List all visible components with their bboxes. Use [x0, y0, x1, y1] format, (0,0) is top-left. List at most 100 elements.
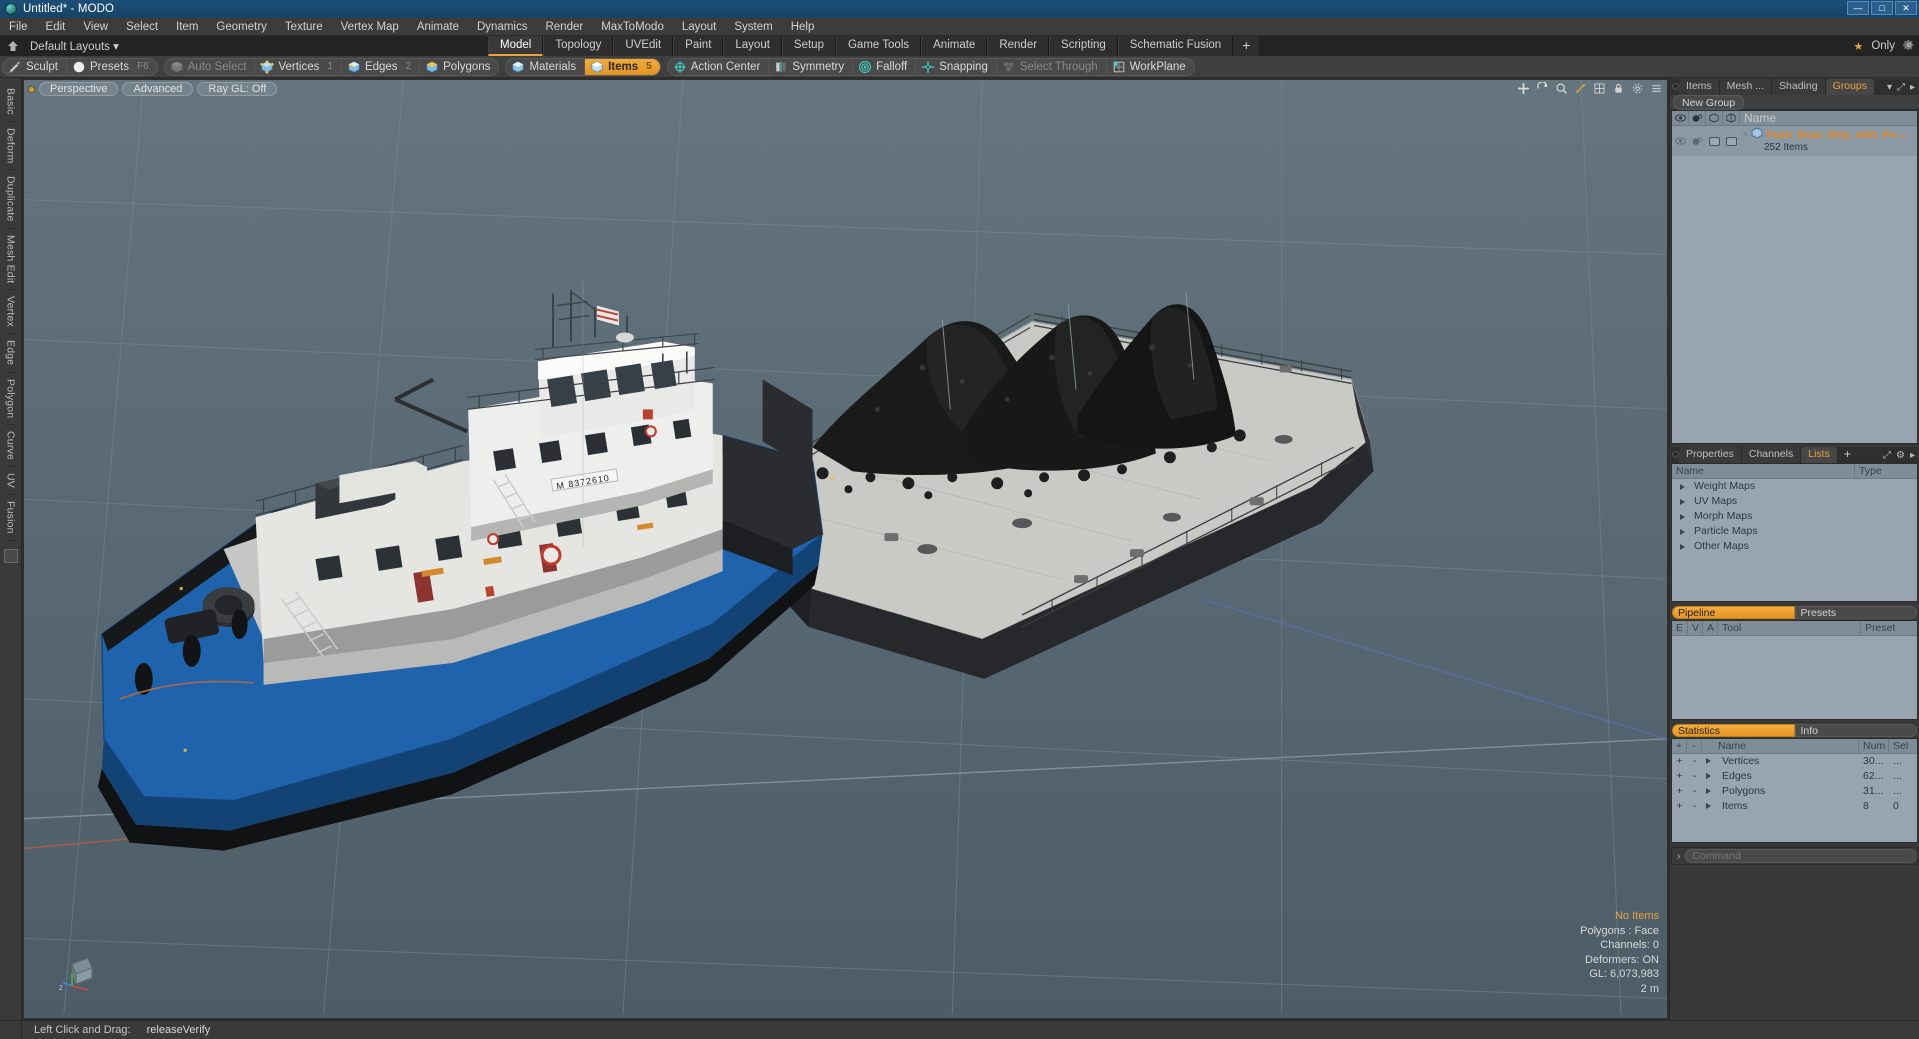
left-tab-uv[interactable]: UV [5, 467, 17, 495]
menu-item-view[interactable]: View [74, 18, 117, 36]
expand-triangle-icon[interactable] [1680, 544, 1685, 550]
table-row[interactable]: +-Items80 [1672, 799, 1917, 814]
gear-icon[interactable]: ⚙ [1896, 450, 1905, 461]
toolbar-action-center-button[interactable]: Action Center [668, 58, 770, 76]
expand-triangle-icon[interactable] [1702, 799, 1718, 814]
toolbar-materials-button[interactable]: Materials [506, 58, 585, 76]
stats-remove-button[interactable]: - [1687, 799, 1702, 814]
move-icon[interactable] [1517, 82, 1530, 95]
menu-item-animate[interactable]: Animate [408, 18, 468, 36]
wireframe-icon[interactable] [1706, 111, 1723, 126]
toolbar-symmetry-button[interactable]: Symmetry [769, 58, 853, 76]
table-row[interactable]: +-Vertices30...... [1672, 754, 1917, 769]
menu-item-render[interactable]: Render [536, 18, 592, 36]
table-row[interactable]: +-Polygons31...... [1672, 784, 1917, 799]
stats-remove-button[interactable]: - [1687, 784, 1702, 799]
group-row-content[interactable]: + Push_Boat_Ship_with_Po ... 252 Items [1740, 126, 1917, 155]
list-item[interactable]: Particle Maps [1672, 524, 1917, 539]
layout-tab-schematic-fusion[interactable]: Schematic Fusion [1118, 36, 1233, 56]
expand-plus-icon[interactable]: + [1742, 129, 1748, 141]
menu-item-help[interactable]: Help [782, 18, 824, 36]
only-label[interactable]: Only [1871, 40, 1895, 52]
toolbar-auto-select-button[interactable]: Auto Select [165, 58, 256, 76]
viewport-shading-dropdown[interactable]: Advanced [122, 82, 193, 96]
toolbar-items-button[interactable]: Items5 [585, 58, 660, 76]
pane-tab-groups[interactable]: Groups [1826, 79, 1875, 95]
layout-tab-layout[interactable]: Layout [723, 36, 782, 56]
stats-add-button[interactable]: + [1672, 769, 1687, 784]
menu-item-edit[interactable]: Edit [37, 18, 75, 36]
menu-icon[interactable] [1650, 82, 1663, 95]
left-tab-duplicate[interactable]: Duplicate [5, 170, 17, 229]
toolbar-polygons-button[interactable]: Polygons [420, 58, 498, 76]
segment-pipeline[interactable]: Pipeline [1672, 606, 1795, 619]
menu-item-select[interactable]: Select [117, 18, 167, 36]
pane-menu-dot-icon[interactable] [1672, 451, 1679, 458]
pane-tab-mesh[interactable]: Mesh ... [1720, 79, 1772, 95]
segment-statistics[interactable]: Statistics [1672, 724, 1795, 737]
menu-item-file[interactable]: File [0, 18, 37, 36]
pipeline-table-body[interactable] [1672, 636, 1917, 719]
left-tab-deform[interactable]: Deform [5, 122, 17, 171]
left-tab-mesh-edit[interactable]: Mesh Edit [5, 229, 17, 291]
settings-icon[interactable] [1631, 82, 1644, 95]
star-icon[interactable]: ★ [1853, 40, 1863, 53]
table-row[interactable]: + Push_Boat_Ship_with_Po ... 252 Items [1672, 126, 1917, 156]
chevron-down-icon[interactable]: ▾ [1887, 82, 1892, 93]
layout-tab-render[interactable]: Render [987, 36, 1049, 56]
gear-icon[interactable] [1903, 39, 1915, 54]
pane-menu-dot-icon[interactable] [1672, 83, 1679, 90]
maximize-button[interactable]: □ [1871, 1, 1893, 15]
3d-viewport[interactable]: M 8372610 [24, 80, 1667, 1018]
default-layouts-dropdown[interactable]: Default Layouts ▾ [30, 39, 119, 53]
pane-tab-channels[interactable]: Channels [1742, 447, 1801, 463]
new-group-button[interactable]: New Group [1673, 95, 1744, 110]
layout-tab-paint[interactable]: Paint [673, 36, 723, 56]
layout-tab-topology[interactable]: Topology [543, 36, 613, 56]
layout-tab-setup[interactable]: Setup [782, 36, 836, 56]
axis-gizmo[interactable]: Z [58, 946, 104, 992]
menu-item-maxtomodo[interactable]: MaxToModo [592, 18, 673, 36]
layout-tab-animate[interactable]: Animate [921, 36, 987, 56]
viewport-raygl-dropdown[interactable]: Ray GL: Off [197, 82, 277, 96]
fit-icon[interactable] [1574, 82, 1587, 95]
toolbar-select-through-button[interactable]: Select Through [997, 58, 1107, 76]
toolbar-edges-button[interactable]: Edges2 [342, 58, 420, 76]
menu-item-texture[interactable]: Texture [276, 18, 332, 36]
toolbar-workplane-button[interactable]: WorkPlane [1107, 58, 1194, 76]
left-tab-edge[interactable]: Edge [5, 334, 17, 372]
stats-add-button[interactable]: + [1672, 754, 1687, 769]
stats-add-button[interactable]: + [1672, 784, 1687, 799]
row-render-toggle[interactable] [1689, 126, 1706, 156]
shaded-icon[interactable] [1723, 111, 1740, 126]
toolbar-falloff-button[interactable]: Falloff [853, 58, 916, 76]
layout-tab-scripting[interactable]: Scripting [1049, 36, 1118, 56]
toolbar-vertices-button[interactable]: Vertices1 [255, 58, 341, 76]
layout-tab-model[interactable]: Model [488, 36, 543, 56]
expand-triangle-icon[interactable] [1702, 769, 1718, 784]
menu-item-vertex-map[interactable]: Vertex Map [332, 18, 408, 36]
row-eye-toggle[interactable] [1672, 126, 1689, 156]
toolbar-sculpt-button[interactable]: Sculpt [3, 58, 67, 76]
menu-item-dynamics[interactable]: Dynamics [468, 18, 536, 36]
eye-icon[interactable] [1672, 111, 1689, 126]
stats-remove-button[interactable]: - [1687, 754, 1702, 769]
stats-remove-button[interactable]: - [1687, 769, 1702, 784]
viewport-projection-dropdown[interactable]: Perspective [39, 82, 118, 96]
add-tab-button[interactable]: + [1838, 447, 1857, 463]
command-input[interactable] [1685, 849, 1917, 863]
menu-item-layout[interactable]: Layout [673, 18, 726, 36]
row-wire-checkbox[interactable] [1706, 126, 1723, 156]
left-tab-vertex[interactable]: Vertex [5, 290, 17, 334]
menu-item-system[interactable]: System [725, 18, 781, 36]
left-tab-polygon[interactable]: Polygon [5, 373, 17, 425]
stats-add-button[interactable]: + [1672, 799, 1687, 814]
pane-tab-properties[interactable]: Properties [1679, 447, 1742, 463]
menu-item-geometry[interactable]: Geometry [207, 18, 276, 36]
table-row[interactable]: +-Edges62...... [1672, 769, 1917, 784]
left-tab-fusion[interactable]: Fusion [5, 495, 17, 541]
more-icon[interactable]: ▸ [1910, 82, 1915, 93]
toolbar-presets-button[interactable]: PresetsF6 [67, 58, 157, 76]
toolbar-snapping-button[interactable]: Snapping [916, 58, 997, 76]
pane-tab-items[interactable]: Items [1679, 79, 1720, 95]
